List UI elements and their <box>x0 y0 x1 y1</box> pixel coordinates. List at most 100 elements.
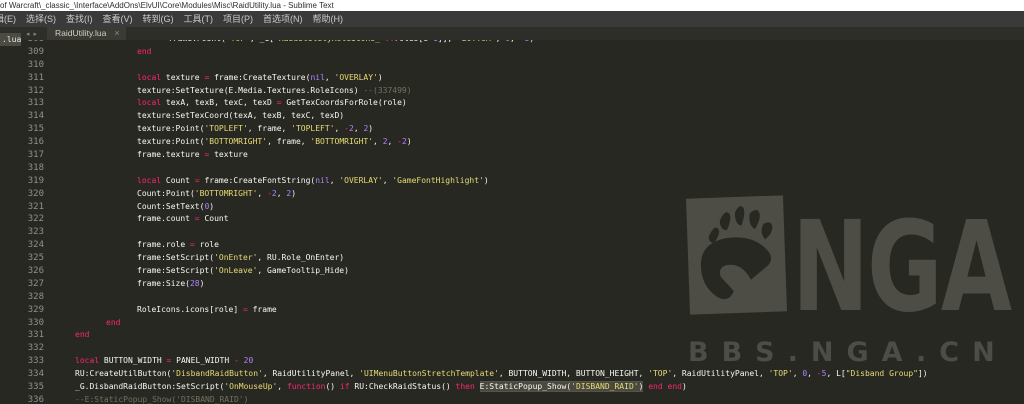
menu-item[interactable]: 选择(S) <box>21 11 61 27</box>
code-line[interactable]: 326 frame:SetScript('OnLeave', GameToolti… <box>0 265 1024 278</box>
line-number: 316 <box>27 137 44 148</box>
code-line[interactable]: 311 local texture = frame:CreateTexture(n… <box>0 72 1024 85</box>
code-text: Count:SetText(0) <box>137 201 215 211</box>
code-text: frame:SetScript('OnEnter', RU.Role_OnEnt… <box>137 253 345 263</box>
menu-item[interactable]: 帮助(H) <box>308 11 349 27</box>
menu-item[interactable]: 首选项(N) <box>258 11 308 27</box>
code-line[interactable]: 312 texture:SetTexture(E.Media.Textures.R… <box>0 85 1024 98</box>
line-number: 333 <box>27 356 44 367</box>
tab-scroll-left-icon[interactable]: ◂ <box>26 31 34 38</box>
line-number: 314 <box>27 111 44 122</box>
line-number: 331 <box>27 330 44 341</box>
code-text: end <box>75 330 90 340</box>
line-number: 320 <box>27 188 44 199</box>
tab-raidutility-lua[interactable]: RaidUtility.lua × <box>47 27 126 40</box>
code-text: frame:SetScript('OnLeave', GameTooltip_H… <box>137 266 349 276</box>
window-title: of Warcraft\_classic_\Interface\AddOns\E… <box>0 1 334 10</box>
line-number: 313 <box>27 98 44 109</box>
line-number: 311 <box>27 72 44 83</box>
code-text: end <box>137 46 152 56</box>
code-text: --E:StaticPopup_Show('DISBAND_RAID') <box>75 394 249 404</box>
line-number: 325 <box>27 253 44 264</box>
code-area: 308frame:Point('TOP', _G['RaidUtilityRol… <box>0 40 1024 404</box>
line-number: 328 <box>27 291 44 302</box>
line-number: 336 <box>27 394 44 404</box>
code-line[interactable]: 318 <box>0 162 1024 175</box>
code-line[interactable]: 315 texture:Point('TOPLEFT', frame, 'TOPL… <box>0 123 1024 136</box>
code-line[interactable]: 314 texture:SetTexCoord(texA, texB, texC,… <box>0 110 1024 123</box>
code-line[interactable]: 328 <box>0 291 1024 304</box>
code-text: Count:Point('BOTTOMRIGHT', -2, 2) <box>137 188 297 198</box>
line-number: 327 <box>27 278 44 289</box>
tab-scroll-arrows: ◂▸ <box>26 30 41 38</box>
code-line[interactable]: 320 Count:Point('BOTTOMRIGHT', -2, 2) <box>0 188 1024 201</box>
code-line[interactable]: 327 frame:Size(28) <box>0 278 1024 291</box>
code-line[interactable]: 335 _G.DisbandRaidButton:SetScript('OnMou… <box>0 381 1024 394</box>
menu-item[interactable]: 转到(G) <box>138 11 179 27</box>
code-line[interactable]: 329 RoleIcons.icons[role] = frame <box>0 304 1024 317</box>
code-line[interactable]: 332 <box>0 342 1024 355</box>
line-number: 323 <box>27 227 44 238</box>
line-number: 319 <box>27 175 44 186</box>
code-text: frame.count = Count <box>137 214 229 224</box>
title-bar: of Warcraft\_classic_\Interface\AddOns\E… <box>0 0 1024 11</box>
code-line[interactable]: 322 frame.count = Count <box>0 213 1024 226</box>
code-line[interactable]: 333 local BUTTON_WIDTH = PANEL_WIDTH - 20 <box>0 355 1024 368</box>
code-line[interactable]: 321 Count:SetText(0) <box>0 201 1024 214</box>
menu-item[interactable]: 查找(I) <box>61 11 98 27</box>
sublime-text-window: of Warcraft\_classic_\Interface\AddOns\E… <box>0 0 1024 404</box>
code-line[interactable]: 334 RU:CreateUtilButton('DisbandRaidButto… <box>0 368 1024 381</box>
tab-scroll-right-icon[interactable]: ▸ <box>34 31 42 38</box>
code-line[interactable]: 324 frame.role = role <box>0 239 1024 252</box>
line-number: 334 <box>27 369 44 380</box>
line-number: 309 <box>27 46 44 57</box>
code-text: RU:CreateUtilButton('DisbandRaidButton',… <box>75 369 928 379</box>
code-text: end <box>106 317 121 327</box>
code-line[interactable]: 325 frame:SetScript('OnEnter', RU.Role_On… <box>0 252 1024 265</box>
code-editor[interactable]: NGA BBS.NGA.CN 308frame:Point('TOP', _G[… <box>0 40 1024 404</box>
code-text: texture:SetTexture(E.Media.Textures.Role… <box>137 85 412 95</box>
code-text: texture:Point('BOTTOMRIGHT', frame, 'BOT… <box>137 137 412 147</box>
line-number: 332 <box>27 343 44 354</box>
line-number: 317 <box>27 150 44 161</box>
code-text: local texA, texB, texC, texD = GetTexCoo… <box>137 98 407 108</box>
line-number: 335 <box>27 382 44 393</box>
line-number: 330 <box>27 317 44 328</box>
code-line[interactable]: 313 local texA, texB, texC, texD = GetTex… <box>0 97 1024 110</box>
code-line[interactable]: 316 texture:Point('BOTTOMRIGHT', frame, '… <box>0 136 1024 149</box>
tab-label: RaidUtility.lua <box>55 28 107 38</box>
line-number: 321 <box>27 201 44 212</box>
code-line[interactable]: 331 end <box>0 329 1024 342</box>
menu-item[interactable]: 项目(P) <box>218 11 258 27</box>
code-text: local Count = frame:CreateFontString(nil… <box>137 175 489 185</box>
menu-item[interactable]: 编辑(E) <box>0 11 21 27</box>
code-line[interactable]: 336 --E:StaticPopup_Show('DISBAND_RAID') <box>0 394 1024 404</box>
line-number: 324 <box>27 240 44 251</box>
code-line[interactable]: 309 end <box>0 46 1024 59</box>
tab-bar: ◂▸ RaidUtility.lua × <box>0 27 1024 40</box>
menu-item[interactable]: 工具(T) <box>179 11 219 27</box>
line-number: 326 <box>27 266 44 277</box>
code-text: frame.role = role <box>137 240 219 250</box>
line-number: 322 <box>27 214 44 225</box>
menu-bar: 编辑(E)选择(S)查找(I)查看(V)转到(G)工具(T)项目(P)首选项(N… <box>0 11 1024 27</box>
code-line[interactable]: 330 end <box>0 317 1024 330</box>
code-line[interactable]: 310 <box>0 59 1024 72</box>
tab-close-icon[interactable]: × <box>114 27 119 40</box>
line-number: 315 <box>27 124 44 135</box>
code-line[interactable]: 319 local Count = frame:CreateFontString(… <box>0 175 1024 188</box>
file-type-fragment: .lua <box>0 33 22 46</box>
code-text: local texture = frame:CreateTexture(nil,… <box>137 72 383 82</box>
code-text: _G.DisbandRaidButton:SetScript('OnMouseU… <box>75 382 687 392</box>
code-text: frame:Size(28) <box>137 278 205 288</box>
code-line[interactable]: 317 frame.texture = texture <box>0 149 1024 162</box>
menu-item[interactable]: 查看(V) <box>98 11 138 27</box>
code-line[interactable]: 323 <box>0 226 1024 239</box>
line-number: 310 <box>27 59 44 70</box>
code-text: RoleIcons.icons[role] = frame <box>137 304 277 314</box>
